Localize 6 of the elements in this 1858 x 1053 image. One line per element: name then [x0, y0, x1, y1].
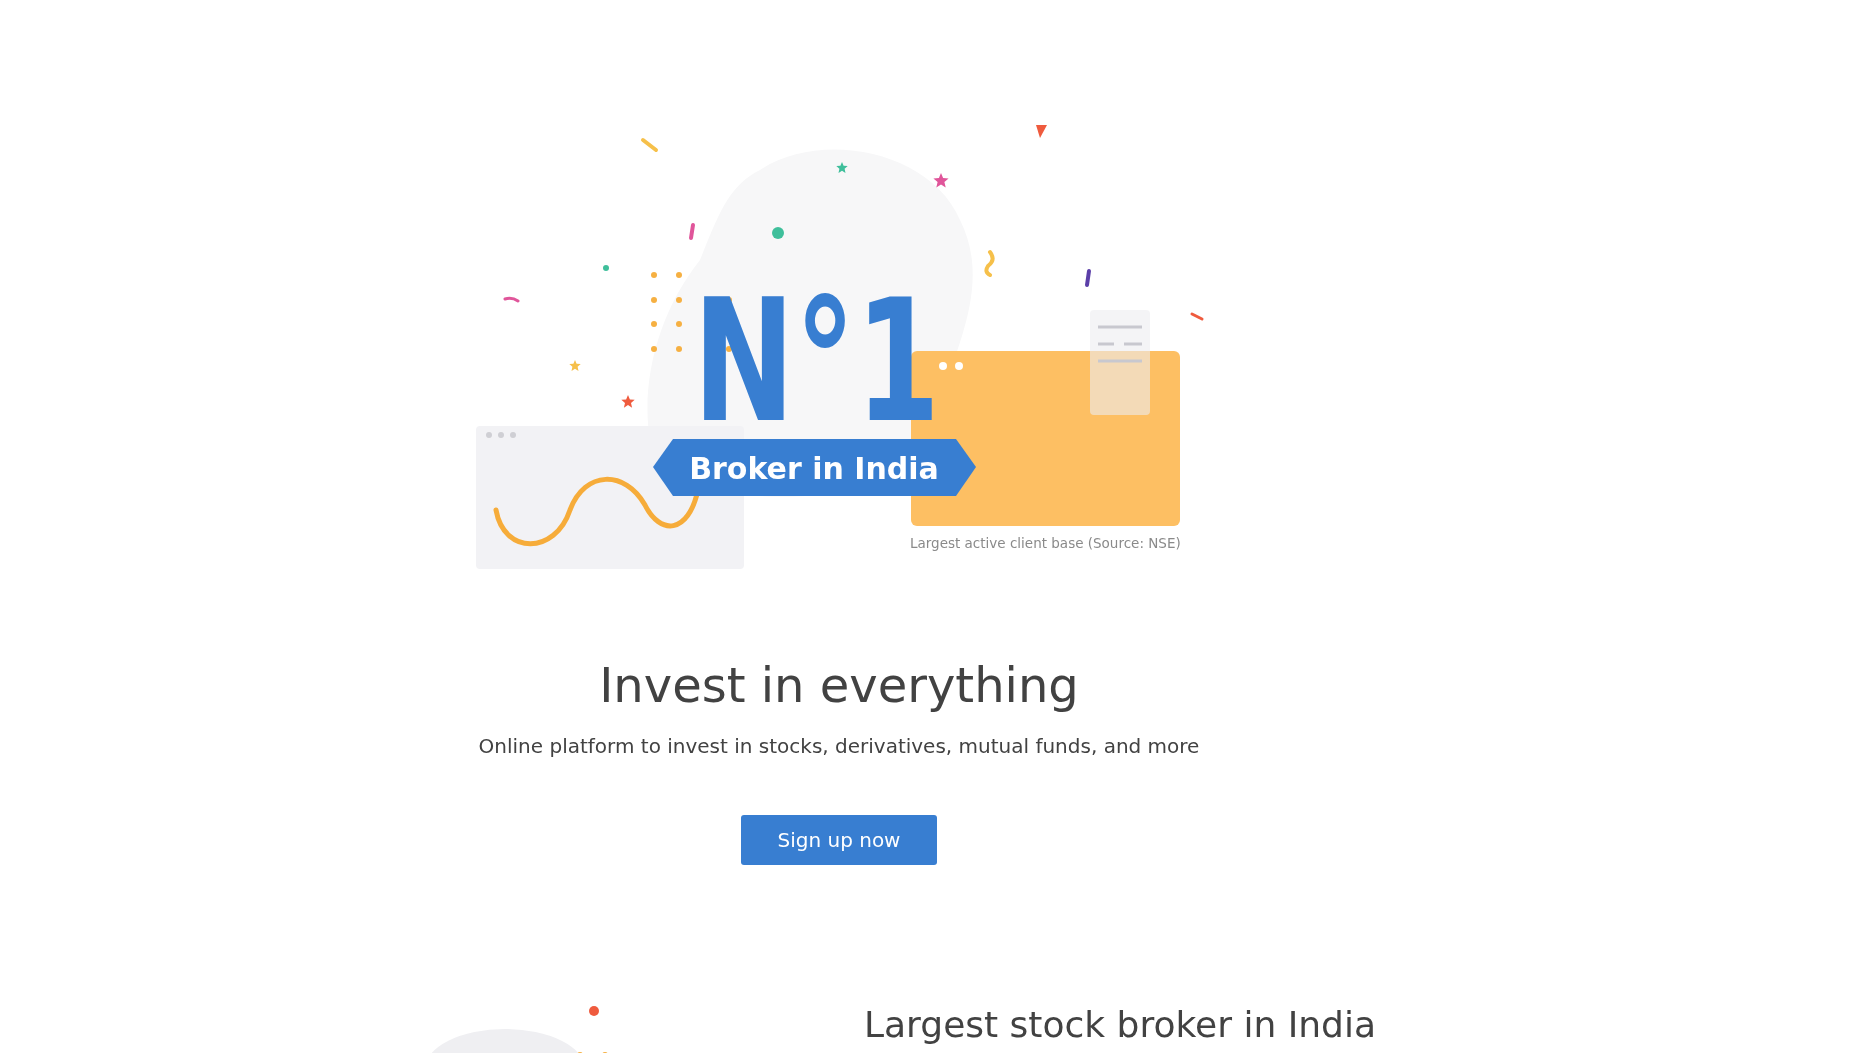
- signup-button[interactable]: Sign up now: [741, 815, 937, 865]
- hero-heading: Invest in everything: [599, 656, 1079, 715]
- section-heading: Largest stock broker in India: [864, 1003, 1377, 1047]
- hero-subheading: Online platform to invest in stocks, derivatives, mutual funds, and more: [478, 733, 1200, 760]
- caption-text: Largest active client base (Source: NSE): [910, 535, 1181, 551]
- section-illustration-drawing: [577, 1006, 608, 1053]
